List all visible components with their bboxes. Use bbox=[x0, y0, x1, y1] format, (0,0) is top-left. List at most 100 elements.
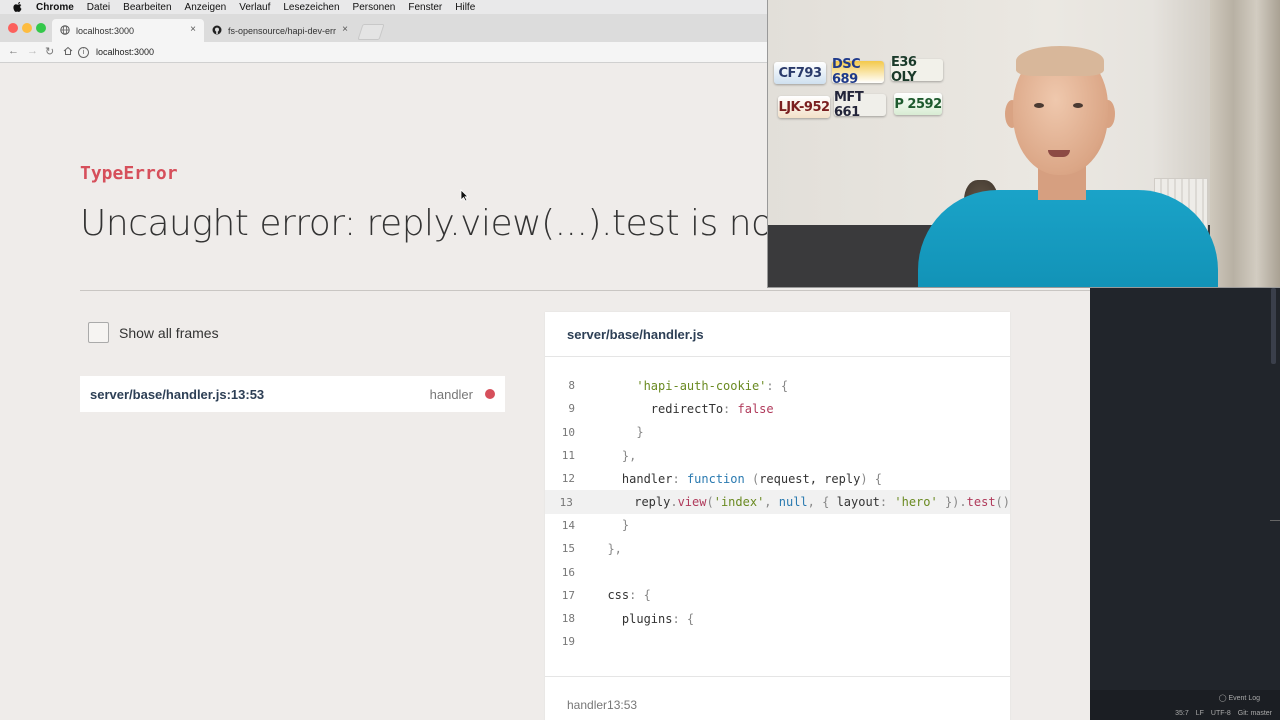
apple-icon[interactable] bbox=[13, 2, 23, 12]
new-tab-button[interactable] bbox=[357, 24, 385, 40]
code-token: ( bbox=[706, 495, 714, 510]
line-number: 15 bbox=[561, 542, 575, 556]
menu-verlauf[interactable]: Verlauf bbox=[239, 2, 270, 13]
code-token: ( bbox=[744, 471, 760, 486]
code-token: 'index' bbox=[713, 495, 765, 510]
code-token: }). bbox=[937, 495, 967, 510]
window-close-button[interactable] bbox=[8, 23, 18, 33]
code-token: } bbox=[636, 425, 644, 440]
error-message: Uncaught error: reply.view(...).test is … bbox=[80, 203, 865, 244]
show-all-frames-label: Show all frames bbox=[119, 324, 219, 341]
editor-status-bar: ◯ Event Log 35:7 LF UTF-8 Git: master bbox=[1090, 690, 1280, 720]
globe-icon bbox=[60, 25, 70, 35]
code-token: handler bbox=[621, 471, 673, 486]
show-all-frames-toggle[interactable]: Show all frames bbox=[88, 322, 219, 343]
code-token: layout bbox=[836, 495, 880, 510]
reload-icon[interactable]: ↻ bbox=[45, 45, 54, 58]
code-text: } bbox=[593, 425, 644, 440]
menu-hilfe[interactable]: Hilfe bbox=[455, 2, 475, 13]
code-token: function bbox=[686, 471, 745, 486]
code-text: 'hapi-auth-cookie': { bbox=[593, 379, 788, 393]
code-token: : { bbox=[766, 378, 789, 393]
code-token: null bbox=[778, 495, 808, 510]
code-line: 10 } bbox=[545, 421, 1010, 444]
address-bar[interactable]: i localhost:3000 bbox=[78, 44, 768, 60]
line-number: 13 bbox=[559, 495, 573, 509]
code-token: () bbox=[995, 495, 1010, 510]
window-minimize-button[interactable] bbox=[22, 23, 32, 33]
code-line-highlighted: 13 reply.view('index', null, { layout: '… bbox=[545, 490, 1010, 514]
stack-frame-item[interactable]: server/base/handler.js:13:53 handler bbox=[80, 376, 505, 412]
menu-datei[interactable]: Datei bbox=[87, 2, 110, 13]
code-line: 8 'hapi-auth-cookie': { bbox=[545, 374, 1010, 397]
code-line: 17 css: { bbox=[545, 584, 1010, 607]
code-token: plugins bbox=[621, 611, 673, 626]
github-icon bbox=[212, 25, 222, 35]
file-encoding[interactable]: UTF-8 bbox=[1211, 710, 1231, 717]
webcam-person-mouth bbox=[1048, 150, 1070, 157]
window-maximize-button[interactable] bbox=[36, 23, 46, 33]
code-token: reply bbox=[634, 495, 671, 510]
info-icon[interactable]: i bbox=[78, 46, 89, 58]
frame-function: handler bbox=[429, 386, 473, 402]
code-token: , bbox=[764, 495, 779, 510]
code-token: : bbox=[723, 401, 738, 416]
frame-indicator-dot bbox=[485, 389, 495, 399]
code-editor-background bbox=[1090, 288, 1280, 720]
tab-github[interactable]: fs-opensource/hapi-dev-error × bbox=[204, 19, 356, 42]
menu-bearbeiten[interactable]: Bearbeiten bbox=[123, 2, 171, 13]
line-number: 17 bbox=[561, 588, 575, 602]
line-ending[interactable]: LF bbox=[1196, 710, 1204, 717]
error-type: TypeError bbox=[80, 163, 178, 184]
code-token: 'hapi-auth-cookie' bbox=[636, 378, 767, 393]
forward-arrow-icon[interactable]: → bbox=[27, 45, 38, 57]
webcam-curtain bbox=[1210, 0, 1280, 287]
code-panel: server/base/handler.js 8 'hapi-auth-cook… bbox=[545, 312, 1010, 720]
line-number: 12 bbox=[561, 472, 575, 486]
frame-file: server/base/handler.js:13:53 bbox=[90, 386, 265, 402]
editor-scrollbar[interactable] bbox=[1271, 288, 1276, 364]
git-branch[interactable]: Git: master bbox=[1238, 710, 1272, 717]
license-plate: MFT 661 bbox=[834, 90, 886, 120]
code-text: } bbox=[593, 518, 629, 532]
code-token: : { bbox=[629, 588, 651, 603]
code-line: 9 redirectTo: false bbox=[545, 397, 1010, 420]
code-line: 18 plugins: { bbox=[545, 607, 1010, 630]
code-text: handler: function (request, reply) { bbox=[593, 472, 882, 486]
back-arrow-icon[interactable]: ← bbox=[8, 45, 19, 57]
url-text: localhost:3000 bbox=[96, 47, 155, 57]
home-icon[interactable] bbox=[63, 46, 73, 56]
tab-close-icon[interactable]: × bbox=[190, 24, 196, 35]
line-number: 11 bbox=[561, 449, 575, 463]
webcam-person-eye bbox=[1034, 103, 1044, 108]
menu-personen[interactable]: Personen bbox=[353, 2, 396, 13]
tab-close-icon[interactable]: × bbox=[342, 24, 348, 35]
webcam-video-overlay: CF793 DSC 689 E36 OLY LJK-952 MFT 661 P … bbox=[767, 0, 1280, 288]
cursor-position[interactable]: 35:7 bbox=[1175, 710, 1189, 717]
line-number: 19 bbox=[561, 635, 575, 649]
menu-fenster[interactable]: Fenster bbox=[408, 2, 442, 13]
code-text: css: { bbox=[593, 588, 651, 603]
code-token: test bbox=[966, 495, 996, 510]
code-token: }, bbox=[607, 541, 622, 556]
code-token: : bbox=[879, 495, 895, 510]
menu-anzeigen[interactable]: Anzeigen bbox=[185, 2, 227, 13]
license-plate: LJK-952 bbox=[778, 96, 830, 118]
show-all-frames-checkbox[interactable] bbox=[88, 322, 109, 343]
code-footer: handler13:53 bbox=[545, 676, 1010, 720]
license-plate: CF793 bbox=[774, 62, 826, 84]
webcam-person-shirt bbox=[918, 190, 1218, 287]
code-line: 12 handler: function (request, reply) { bbox=[545, 467, 1010, 490]
menu-lesezeichen[interactable]: Lesezeichen bbox=[283, 2, 339, 13]
event-log-button[interactable]: ◯ Event Log bbox=[1219, 694, 1260, 702]
mouse-cursor-icon bbox=[460, 189, 469, 202]
tab-localhost[interactable]: localhost:3000 × bbox=[52, 19, 204, 42]
code-line: 16 bbox=[545, 560, 1010, 583]
line-number: 8 bbox=[568, 379, 575, 393]
editor-ruler-mark bbox=[1270, 520, 1280, 521]
menu-chrome[interactable]: Chrome bbox=[36, 2, 74, 13]
code-line: 14 } bbox=[545, 514, 1010, 537]
license-plate: P 2592 bbox=[894, 93, 942, 115]
divider bbox=[80, 290, 1090, 291]
code-token: css bbox=[607, 588, 630, 603]
